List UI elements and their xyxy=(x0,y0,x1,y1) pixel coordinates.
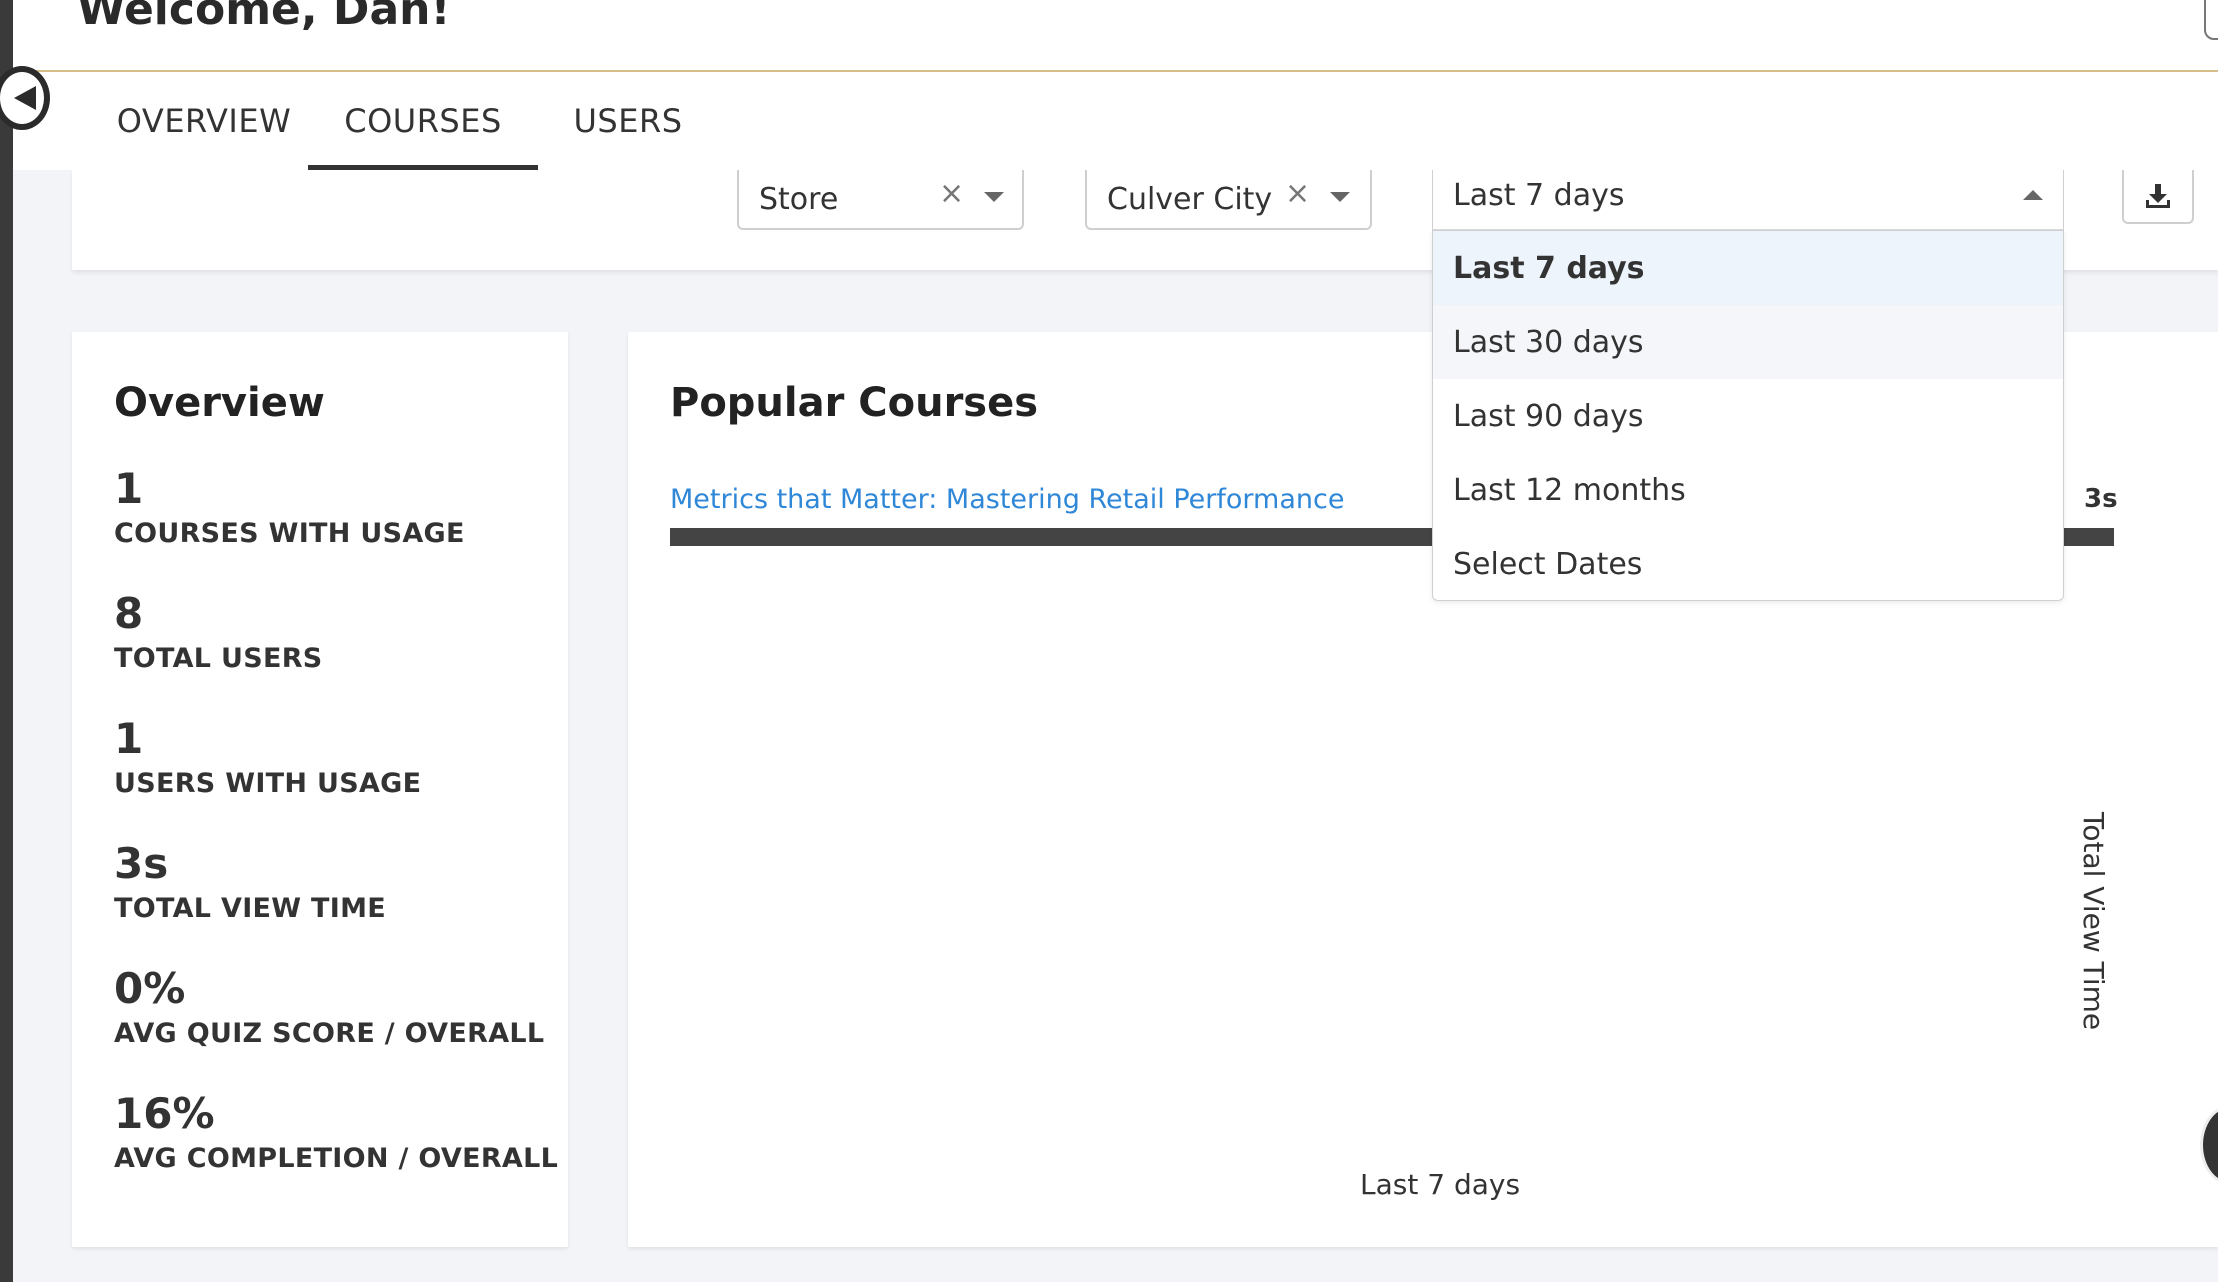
caret-up-icon[interactable] xyxy=(2023,190,2043,200)
chevron-left-icon xyxy=(14,86,36,110)
stat-label: AVG QUIZ SCORE / OVERALL xyxy=(114,1018,545,1049)
tab-courses[interactable]: COURSES xyxy=(308,72,538,170)
chart-category-label[interactable]: Metrics that Matter: Mastering Retail Pe… xyxy=(670,484,1344,515)
popular-courses-title: Popular Courses xyxy=(670,380,1039,426)
tab-bar: OVERVIEW COURSES USERS xyxy=(13,72,2218,170)
stat-value: 3s xyxy=(114,839,169,888)
overview-card: Overview 1 COURSES WITH USAGE 8 TOTAL US… xyxy=(72,332,568,1247)
chart-y-axis-label: Total View Time xyxy=(2077,812,2110,1031)
header-edge-control[interactable] xyxy=(2204,0,2218,40)
location-filter-value: Culver City xyxy=(1107,181,1273,217)
date-option-last-90-days[interactable]: Last 90 days xyxy=(1433,379,2063,453)
date-range-value: Last 7 days xyxy=(1453,178,1625,213)
left-rail xyxy=(0,0,13,1282)
stat-total-view-time: 3s TOTAL VIEW TIME xyxy=(114,839,386,924)
date-option-last-30-days[interactable]: Last 30 days xyxy=(1433,305,2063,379)
stat-label: AVG COMPLETION / OVERALL xyxy=(114,1143,559,1174)
stat-courses-with-usage: 1 COURSES WITH USAGE xyxy=(114,464,465,549)
chart-x-axis-label: Last 7 days xyxy=(1360,1168,1521,1201)
stat-value: 1 xyxy=(114,464,144,513)
date-option-last-7-days[interactable]: Last 7 days xyxy=(1433,231,2063,305)
stat-label: USERS WITH USAGE xyxy=(114,768,422,799)
overview-title: Overview xyxy=(114,380,325,426)
tab-users[interactable]: USERS xyxy=(548,72,708,170)
stat-value: 1 xyxy=(114,714,144,763)
dashboard-page: Welcome, Dan! OVERVIEW COURSES USERS Sto… xyxy=(0,0,2218,1282)
stat-label: TOTAL USERS xyxy=(114,643,323,674)
stat-value: 16% xyxy=(114,1089,215,1138)
date-option-select-dates[interactable]: Select Dates xyxy=(1433,527,2063,601)
chart-data-label: 3s xyxy=(2084,484,2118,514)
stat-label: TOTAL VIEW TIME xyxy=(114,893,387,924)
download-button[interactable] xyxy=(2122,170,2194,224)
caret-down-icon[interactable] xyxy=(984,192,1004,202)
stat-avg-completion: 16% AVG COMPLETION / OVERALL xyxy=(114,1089,558,1174)
stat-label: COURSES WITH USAGE xyxy=(114,518,465,549)
date-range-dropdown: Last 7 days Last 30 days Last 90 days La… xyxy=(1432,230,2064,601)
stat-users-with-usage: 1 USERS WITH USAGE xyxy=(114,714,421,799)
stat-value: 8 xyxy=(114,589,144,638)
close-icon[interactable]: × xyxy=(939,176,964,211)
caret-down-icon[interactable] xyxy=(1330,192,1350,202)
location-filter-select[interactable]: Culver City × xyxy=(1085,170,1372,230)
welcome-heading: Welcome, Dan! xyxy=(77,0,451,35)
download-icon xyxy=(2146,184,2170,208)
date-option-last-12-months[interactable]: Last 12 months xyxy=(1433,453,2063,527)
date-range-select[interactable]: Last 7 days xyxy=(1432,170,2064,230)
close-icon[interactable]: × xyxy=(1285,176,1310,211)
stat-avg-quiz-score: 0% AVG QUIZ SCORE / OVERALL xyxy=(114,964,544,1049)
store-filter-value: Store xyxy=(759,181,839,217)
tab-overview[interactable]: OVERVIEW xyxy=(93,72,315,170)
page-header: Welcome, Dan! xyxy=(13,0,2218,72)
stat-total-users: 8 TOTAL USERS xyxy=(114,589,323,674)
stat-value: 0% xyxy=(114,964,186,1013)
store-filter-select[interactable]: Store × xyxy=(737,170,1024,230)
